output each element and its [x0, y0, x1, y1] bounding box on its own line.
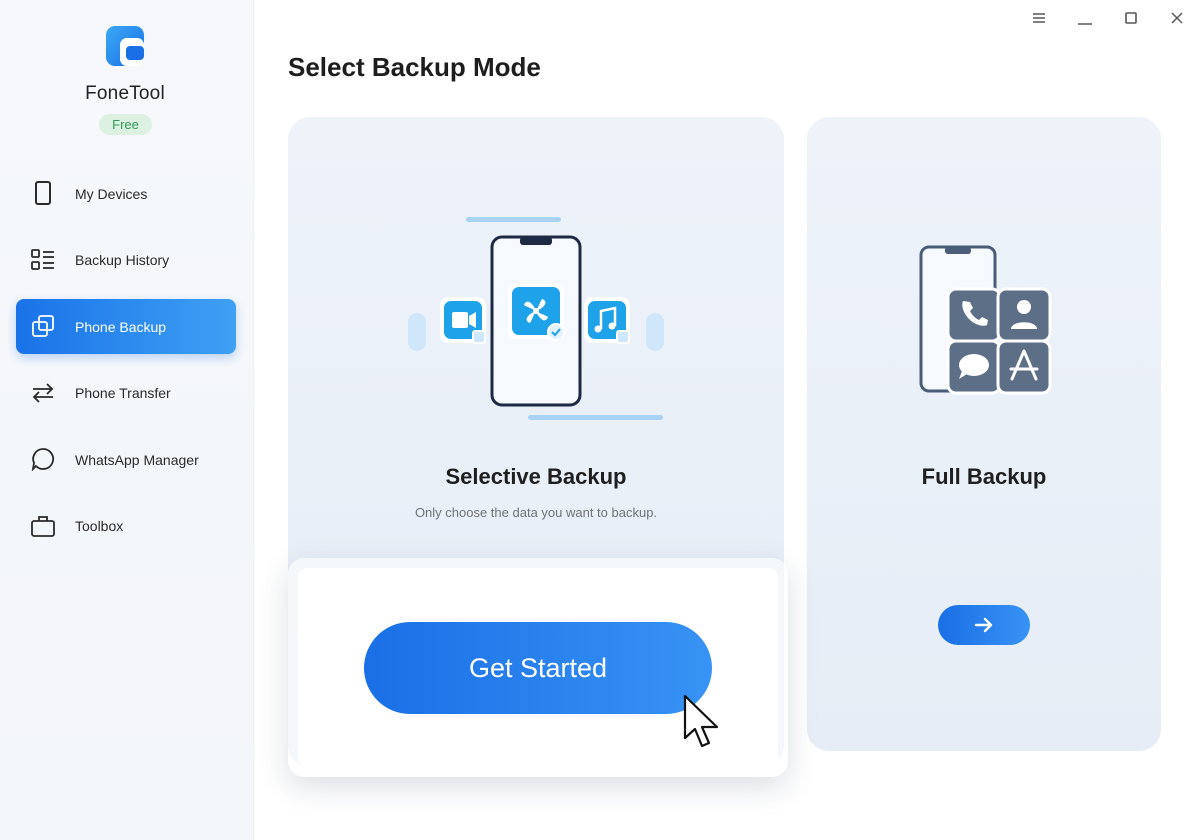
sidebar: FoneTool Free My Devices Backup History …: [0, 0, 254, 840]
sidebar-item-my-devices[interactable]: My Devices: [16, 166, 236, 221]
minimize-icon[interactable]: [1074, 8, 1096, 28]
transfer-arrows-icon: [30, 380, 56, 406]
page-title: Select Backup Mode: [288, 52, 541, 82]
app-name: FoneTool: [85, 83, 165, 104]
chat-bubble-icon: [30, 446, 56, 472]
arrow-right-icon: [974, 617, 993, 633]
copy-icon: [30, 313, 56, 339]
list-icon: [30, 247, 56, 273]
close-icon[interactable]: [1166, 8, 1188, 28]
selective-backup-illustration-icon: [408, 217, 664, 420]
sidebar-nav: My Devices Backup History Phone Backup P…: [16, 166, 236, 565]
phone-icon: [30, 180, 56, 206]
full-backup-card[interactable]: Full Backup: [807, 117, 1161, 751]
sidebar-item-phone-transfer[interactable]: Phone Transfer: [16, 366, 236, 421]
sidebar-item-whatsapp-manager[interactable]: WhatsApp Manager: [16, 432, 236, 487]
plan-badge: Free: [99, 114, 152, 135]
sidebar-item-label: Backup History: [75, 252, 170, 268]
selective-backup-title: Selective Backup: [445, 464, 627, 489]
sidebar-item-backup-history[interactable]: Backup History: [16, 233, 236, 288]
menu-icon[interactable]: [1028, 8, 1050, 28]
briefcase-icon: [30, 513, 56, 539]
fonetool-logo-icon: [106, 26, 144, 66]
sidebar-item-phone-backup[interactable]: Phone Backup: [16, 299, 236, 354]
sidebar-item-label: Phone Backup: [75, 318, 167, 335]
full-backup-title: Full Backup: [921, 464, 1047, 489]
sidebar-item-label: My Devices: [75, 185, 148, 202]
sidebar-item-label: Toolbox: [75, 518, 124, 534]
sidebar-item-label: Phone Transfer: [75, 385, 171, 401]
mouse-pointer-icon: [683, 694, 719, 748]
get-started-button[interactable]: Get Started: [364, 622, 712, 714]
full-backup-start-button[interactable]: [938, 605, 1030, 645]
sidebar-item-label: WhatsApp Manager: [75, 451, 199, 468]
full-backup-illustration-icon: [919, 245, 1052, 395]
sidebar-item-toolbox[interactable]: Toolbox: [16, 499, 236, 554]
selective-backup-description: Only choose the data you want to backup.: [414, 505, 658, 520]
maximize-icon[interactable]: [1120, 8, 1142, 28]
